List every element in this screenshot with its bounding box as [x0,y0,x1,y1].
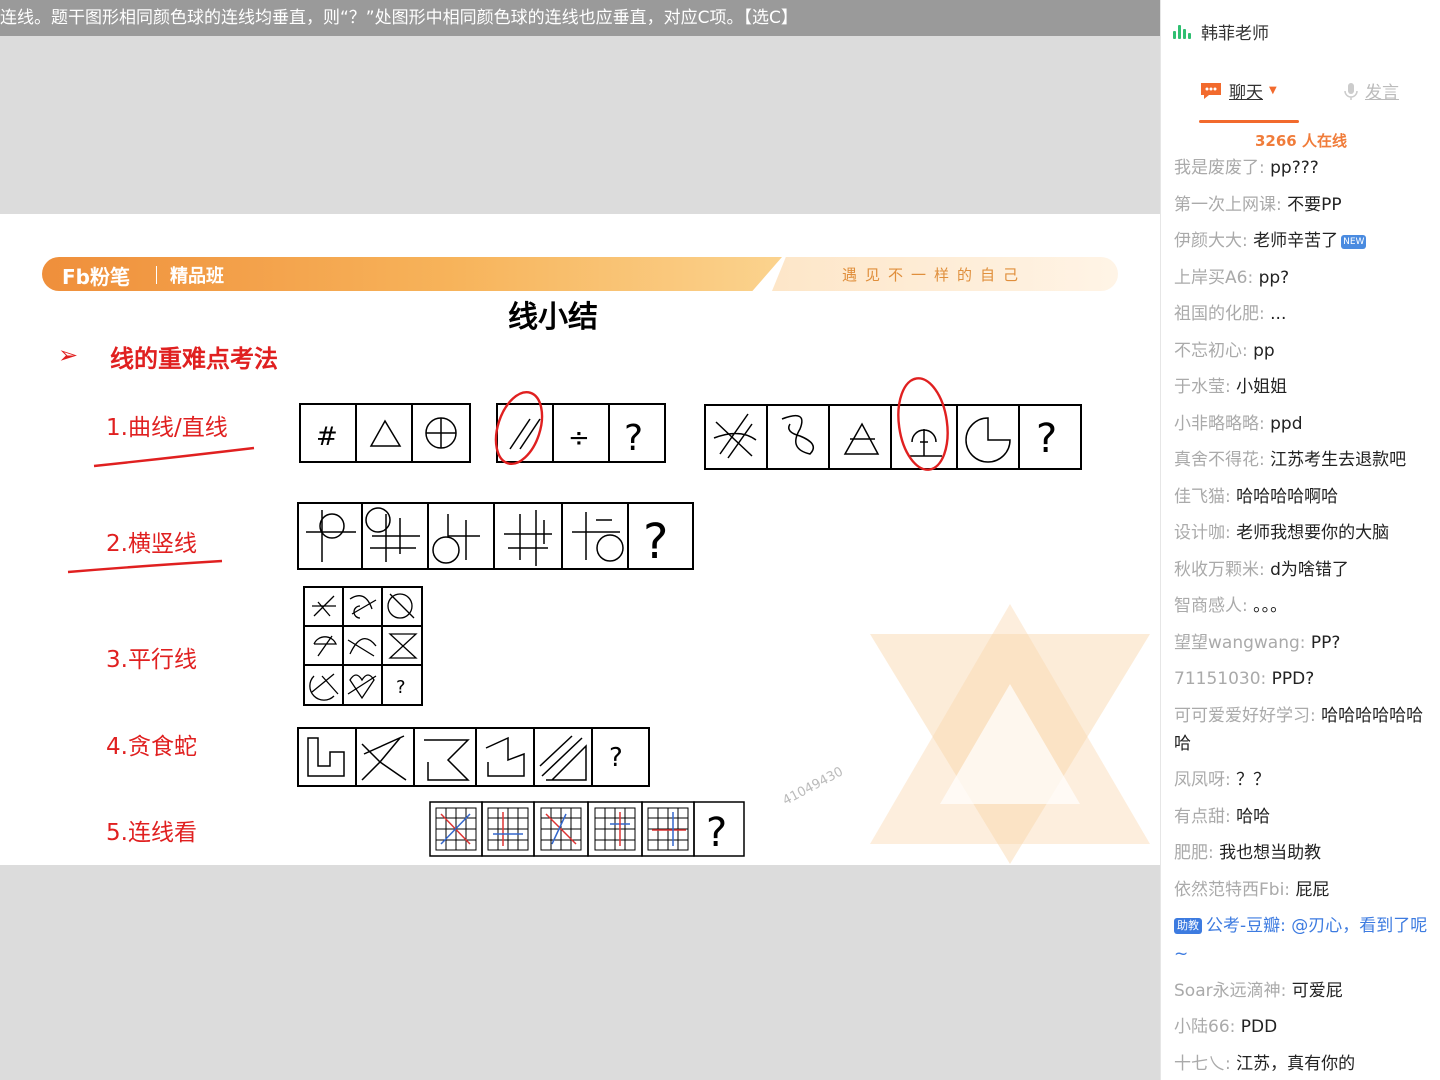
chat-message: 小非略略略: ppd [1174,413,1303,434]
chat-message: 于水莹: 小姐姐 [1174,377,1288,397]
chat-message: 佳飞猫: 哈哈哈哈啊哈 [1174,486,1339,507]
video-background-bottom [0,865,1160,1080]
row4-sequence [297,727,650,787]
question-mark-2: ? [1036,416,1057,462]
chat-message: 第一次上网课: 不要PP [1174,194,1342,215]
active-tab-indicator [1199,120,1299,123]
tab-speak-label: 发言 [1365,83,1399,103]
tab-chat[interactable]: 聊天 ▼ [1199,78,1277,103]
teacher-name: 韩菲老师 [1201,23,1269,44]
assistant-badge: 助教 [1174,918,1202,934]
chat-message: 凤凤呀: ？？ [1174,770,1271,790]
dropdown-caret-icon: ▼ [1269,85,1277,96]
chat-message: 智商感人: 。。。 [1174,596,1288,616]
chat-message-list[interactable]: 我是废废了: pp??? 第一次上网课: 不要PP 伊颜大大: 老师辛苦了 NEW… [1174,154,1432,1080]
tab-speak[interactable]: 发言 [1343,78,1399,103]
chat-message: 真舍不得花: 江苏考生去退款吧 [1174,450,1407,470]
lecture-slide: Fb粉笔 精品班 遇见不一样的自己 线小结 ➢ 线的重难点考法 1.曲线/直线 … [0,214,1160,865]
question-mark-1: ? [624,418,643,459]
divide-symbol: ÷ [568,423,590,453]
chat-bubble-icon [1201,82,1221,99]
chat-message: 不忘初心: pp [1174,340,1275,361]
video-background-top [0,36,1160,214]
tab-chat-label: 聊天 [1229,83,1263,103]
chat-message: 秋收万颗米: d为啥错了 [1174,559,1349,580]
teacher-header: 韩菲老师 [1173,14,1269,48]
question-mark-5: ? [609,743,623,773]
chat-message: 我是废废了: pp??? [1174,158,1319,178]
audio-level-icon [1173,23,1191,39]
microphone-icon [1344,82,1358,100]
chat-message: 71151030: PPD? [1174,669,1315,689]
chat-message: 祖国的化肥: ... [1174,304,1287,324]
chat-message: 依然范特西Fbi: 屁屁 [1174,879,1330,900]
chat-message: 有点甜: 哈哈 [1174,806,1271,827]
question-mark-4: ? [396,677,406,698]
chat-message: Soar永远滴神: 可爱屁 [1174,980,1343,1001]
row2-sequence [297,502,694,570]
online-count: 3266 人在线 [1255,132,1347,150]
chat-message: 望望wangwang: PP? [1174,632,1341,653]
chat-message: 小陆66: PDD [1174,1017,1278,1037]
chat-message: 伊颜大大: 老师辛苦了 NEW [1174,231,1367,251]
chat-message: 十七乀: 江苏，真有你的 [1174,1053,1356,1074]
puzzle-figures: # ÷ ? ? ? ? ? ? [67,377,1082,857]
row1-sequence-c [704,404,1082,470]
answer-caption: 连线。题干图形相同颜色球的连线均垂直，则“？”处图形中相同颜色球的连线也应垂直，… [0,0,1160,36]
chat-tabs: 聊天 ▼ 发言 [1161,70,1440,123]
row5-sequence [429,801,745,857]
hash-symbol: # [316,422,338,452]
chat-message: 上岸买A6: pp? [1174,267,1290,288]
new-badge: NEW [1341,235,1367,249]
assistant-message: 助教 公考-豆瓣: @刃心，看到了呢~ [1174,916,1428,964]
chat-message: 肥肥: 我也想当助教 [1174,843,1322,863]
question-mark-3: ? [643,514,668,570]
chat-message: 设计咖: 老师我想要你的大脑 [1174,523,1390,543]
question-mark-6: ? [706,810,727,856]
chat-message: 可可爱爱好好学习: 哈哈哈哈哈哈哈 [1174,705,1424,754]
live-chat-sidebar: 韩菲老师 聊天 ▼ 发言 3266 人在线 我是废废了: pp??? 第一次上网… [1160,0,1440,1080]
